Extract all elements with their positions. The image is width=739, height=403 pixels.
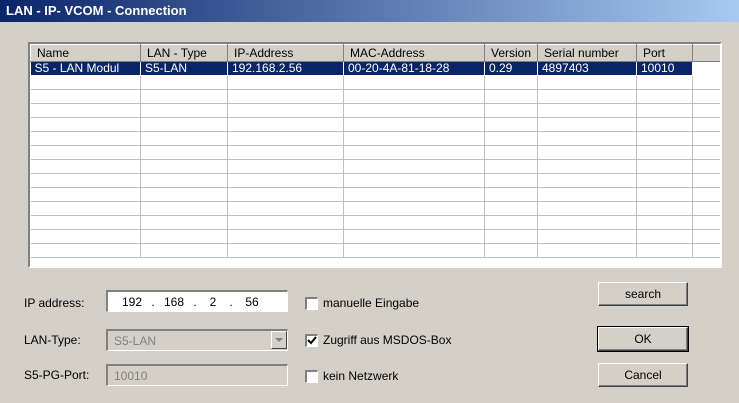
ip-separator: . (229, 294, 233, 309)
ip-address-input[interactable]: 192 . 168 . 2 . 56 (106, 290, 288, 312)
column-header-lan-type[interactable]: LAN - Type (140, 44, 228, 62)
manual-entry-checkbox[interactable] (305, 297, 318, 310)
ip-separator: . (193, 294, 197, 309)
ip-octet-4[interactable]: 56 (238, 295, 266, 309)
pg-port-input[interactable]: 10010 (106, 364, 288, 386)
search-button[interactable]: search (598, 282, 688, 306)
cell-filler (692, 61, 720, 76)
ip-octet-2[interactable]: 168 (160, 295, 188, 309)
chevron-down-icon (274, 337, 283, 342)
ip-octet-1[interactable]: 192 (118, 295, 146, 309)
ip-separator: . (151, 294, 155, 309)
manual-entry-label: manuelle Eingabe (323, 296, 420, 310)
no-network-checkbox[interactable] (305, 370, 318, 383)
cell-mac: 00-20-4A-81-18-28 (343, 61, 485, 76)
cell-version: 0.29 (484, 61, 538, 76)
ok-button[interactable]: OK (597, 326, 689, 352)
device-list[interactable]: Name LAN - Type IP-Address MAC-Address V… (28, 42, 722, 268)
cell-port: 10010 (636, 61, 693, 76)
title-bar[interactable]: LAN - IP- VCOM - Connection (0, 0, 739, 22)
msdos-access-label: Zugriff aus MSDOS-Box (323, 333, 452, 347)
table-row[interactable]: S5 - LAN Modul S5-LAN 192.168.2.56 00-20… (30, 61, 720, 76)
column-header-filler (692, 44, 720, 62)
dialog-client: Name LAN - Type IP-Address MAC-Address V… (0, 22, 739, 403)
column-header-name[interactable]: Name (30, 44, 141, 62)
dropdown-button[interactable] (271, 331, 287, 349)
cell-ip: 192.168.2.56 (227, 61, 344, 76)
empty-rows (30, 75, 720, 258)
lan-type-value: S5-LAN (114, 334, 157, 348)
ip-octet-3[interactable]: 2 (202, 295, 224, 309)
no-network-label: kein Netzwerk (323, 369, 399, 383)
cell-name: S5 - LAN Modul (30, 61, 141, 76)
cell-serial: 4897403 (537, 61, 637, 76)
msdos-access-checkbox[interactable] (305, 334, 318, 347)
lan-type-select[interactable]: S5-LAN (106, 329, 288, 351)
column-header-mac-address[interactable]: MAC-Address (343, 44, 485, 62)
pg-port-label: S5-PG-Port: (24, 368, 90, 382)
cell-lan-type: S5-LAN (140, 61, 228, 76)
column-header-version[interactable]: Version (484, 44, 538, 62)
check-icon (307, 336, 317, 345)
pg-port-value: 10010 (114, 369, 148, 383)
list-header: Name LAN - Type IP-Address MAC-Address V… (30, 44, 720, 62)
window-title: LAN - IP- VCOM - Connection (6, 3, 187, 18)
lan-type-label: LAN-Type: (24, 333, 81, 347)
cancel-button[interactable]: Cancel (598, 363, 688, 387)
ip-address-label: IP address: (24, 296, 85, 310)
column-header-ip-address[interactable]: IP-Address (227, 44, 344, 62)
column-header-port[interactable]: Port (636, 44, 693, 62)
column-header-serial-number[interactable]: Serial number (537, 44, 637, 62)
